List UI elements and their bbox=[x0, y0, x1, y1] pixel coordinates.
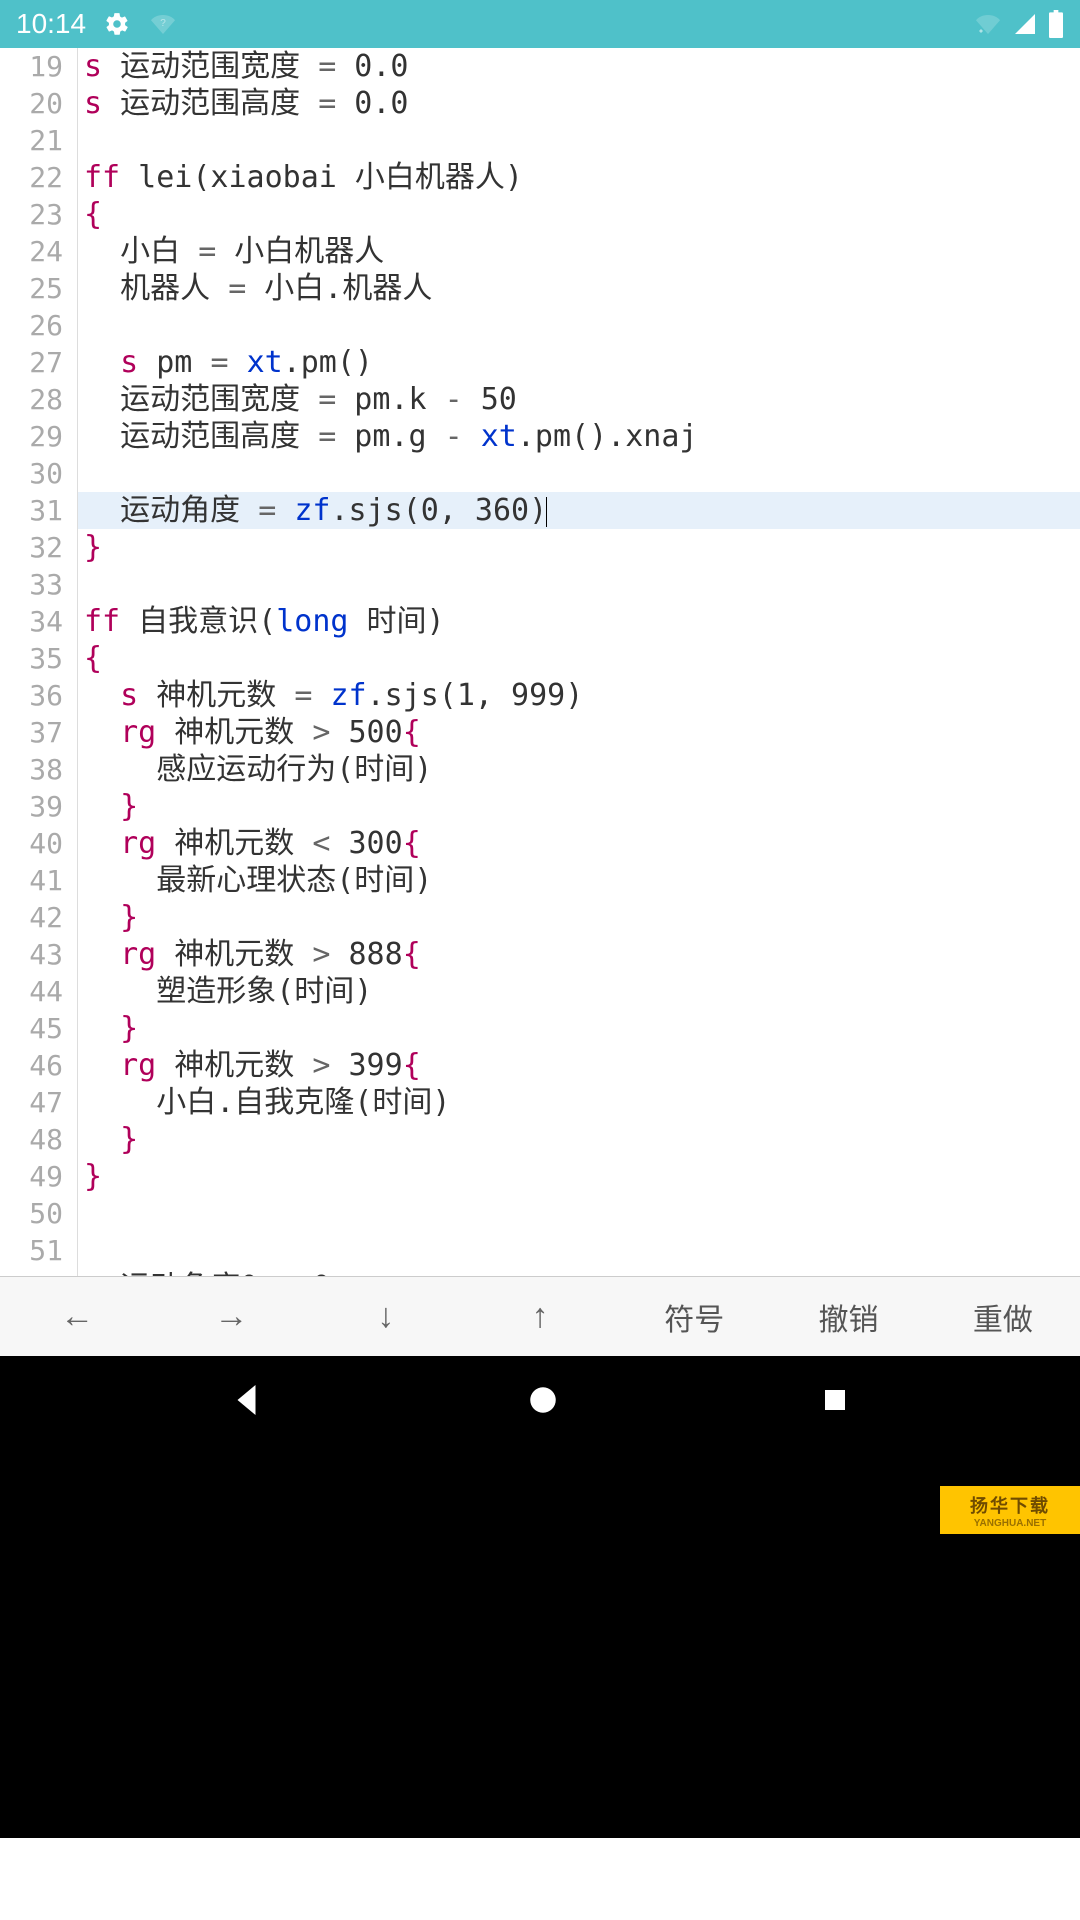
code-line[interactable]: } bbox=[78, 788, 1080, 825]
code-line[interactable]: rg 神机元数 < 300{ bbox=[78, 825, 1080, 862]
line-number: 44 bbox=[0, 973, 63, 1010]
watermark-line1: 扬华下载 bbox=[970, 1492, 1050, 1518]
symbol-button[interactable]: 符号 bbox=[617, 1277, 771, 1356]
wifi-weak-icon: ? bbox=[148, 12, 178, 36]
arrow-right-button[interactable]: → bbox=[154, 1277, 308, 1356]
line-number: 51 bbox=[0, 1232, 63, 1269]
code-line[interactable] bbox=[78, 1195, 1080, 1232]
code-line[interactable]: 运动角度 = zf.sjs(0, 360) bbox=[78, 492, 1080, 529]
line-number: 35 bbox=[0, 640, 63, 677]
arrow-up-button[interactable]: ↑ bbox=[463, 1277, 617, 1356]
code-line[interactable]: } bbox=[78, 899, 1080, 936]
signal-icon bbox=[1012, 12, 1038, 36]
line-number: 27 bbox=[0, 344, 63, 381]
code-line[interactable] bbox=[78, 122, 1080, 159]
undo-button[interactable]: 撤销 bbox=[771, 1277, 925, 1356]
wifi-off-icon bbox=[974, 12, 1002, 36]
line-number: 34 bbox=[0, 603, 63, 640]
svg-text:?: ? bbox=[160, 18, 166, 29]
code-line[interactable]: 感应运动行为(时间) bbox=[78, 751, 1080, 788]
code-line[interactable]: 塑造形象(时间) bbox=[78, 973, 1080, 1010]
arrow-down-button[interactable]: ↓ bbox=[309, 1277, 463, 1356]
code-line[interactable]: rg 神机元数 > 399{ bbox=[78, 1047, 1080, 1084]
code-line[interactable]: s pm = xt.pm() bbox=[78, 344, 1080, 381]
line-number: 45 bbox=[0, 1010, 63, 1047]
code-editor[interactable]: 1920212223242526272829303132333435363738… bbox=[0, 48, 1080, 1276]
battery-icon bbox=[1048, 10, 1064, 38]
line-number: 33 bbox=[0, 566, 63, 603]
line-number: 38 bbox=[0, 751, 63, 788]
line-number: 41 bbox=[0, 862, 63, 899]
code-line[interactable]: s 运动范围高度 = 0.0 bbox=[78, 85, 1080, 122]
code-line[interactable]: { bbox=[78, 640, 1080, 677]
line-number: 31 bbox=[0, 492, 63, 529]
code-line[interactable]: } bbox=[78, 1121, 1080, 1158]
android-nav-bar bbox=[0, 1362, 1080, 1442]
line-number: 42 bbox=[0, 899, 63, 936]
code-line[interactable]: ff 自我意识(long 时间) bbox=[78, 603, 1080, 640]
code-line[interactable]: 机器人 = 小白.机器人 bbox=[78, 270, 1080, 307]
code-line[interactable] bbox=[78, 455, 1080, 492]
code-line[interactable]: s 神机元数 = zf.sjs(1, 999) bbox=[78, 677, 1080, 714]
watermark-badge: 扬华下载 YANGHUA.NET bbox=[940, 1486, 1080, 1534]
watermark-line2: YANGHUA.NET bbox=[974, 1518, 1046, 1529]
bottom-black-area bbox=[0, 1356, 1080, 1838]
code-line[interactable]: ff lei(xiaobai 小白机器人) bbox=[78, 159, 1080, 196]
line-number: 23 bbox=[0, 196, 63, 233]
code-line[interactable]: { bbox=[78, 196, 1080, 233]
line-number: 30 bbox=[0, 455, 63, 492]
redo-button[interactable]: 重做 bbox=[926, 1277, 1080, 1356]
line-number: 47 bbox=[0, 1084, 63, 1121]
code-line[interactable]: } bbox=[78, 1010, 1080, 1047]
line-number: 39 bbox=[0, 788, 63, 825]
code-content[interactable]: s 运动范围宽度 = 0.0s 运动范围高度 = 0.0 ff lei(xiaob… bbox=[78, 48, 1080, 1276]
status-time: 10:14 bbox=[16, 8, 86, 40]
line-number: 20 bbox=[0, 85, 63, 122]
line-number: 49 bbox=[0, 1158, 63, 1195]
line-number: 28 bbox=[0, 381, 63, 418]
line-number: 52 bbox=[0, 1269, 63, 1276]
code-line[interactable] bbox=[78, 307, 1080, 344]
code-line[interactable] bbox=[78, 1232, 1080, 1269]
nav-recent-button[interactable] bbox=[820, 1385, 850, 1420]
line-number: 19 bbox=[0, 48, 63, 85]
code-line[interactable]: 小白 = 小白机器人 bbox=[78, 233, 1080, 270]
line-number: 21 bbox=[0, 122, 63, 159]
nav-home-button[interactable] bbox=[526, 1383, 560, 1422]
line-number: 50 bbox=[0, 1195, 63, 1232]
line-number: 36 bbox=[0, 677, 63, 714]
arrow-left-button[interactable]: ← bbox=[0, 1277, 154, 1356]
code-line[interactable]: } bbox=[78, 529, 1080, 566]
code-line[interactable]: 小白.自我克隆(时间) bbox=[78, 1084, 1080, 1121]
line-number: 48 bbox=[0, 1121, 63, 1158]
text-cursor bbox=[546, 497, 547, 527]
settings-icon bbox=[104, 11, 130, 37]
line-number: 29 bbox=[0, 418, 63, 455]
nav-back-button[interactable] bbox=[230, 1382, 266, 1423]
line-number: 32 bbox=[0, 529, 63, 566]
code-line[interactable]: } bbox=[78, 1158, 1080, 1195]
code-line[interactable]: 运动范围宽度 = pm.k - 50 bbox=[78, 381, 1080, 418]
code-line[interactable]: s 运动范围宽度 = 0.0 bbox=[78, 48, 1080, 85]
code-line[interactable] bbox=[78, 566, 1080, 603]
code-line[interactable]: 最新心理状态(时间) bbox=[78, 862, 1080, 899]
line-number-gutter: 1920212223242526272829303132333435363738… bbox=[0, 48, 78, 1276]
line-number: 24 bbox=[0, 233, 63, 270]
code-line[interactable]: s 运动角度0 = 0 bbox=[78, 1269, 1080, 1276]
status-bar: 10:14 ? bbox=[0, 0, 1080, 48]
code-line[interactable]: rg 神机元数 > 500{ bbox=[78, 714, 1080, 751]
line-number: 37 bbox=[0, 714, 63, 751]
code-line[interactable]: 运动范围高度 = pm.g - xt.pm().xnaj bbox=[78, 418, 1080, 455]
line-number: 25 bbox=[0, 270, 63, 307]
line-number: 40 bbox=[0, 825, 63, 862]
line-number: 26 bbox=[0, 307, 63, 344]
line-number: 46 bbox=[0, 1047, 63, 1084]
line-number: 22 bbox=[0, 159, 63, 196]
line-number: 43 bbox=[0, 936, 63, 973]
editor-toolbar: ← → ↓ ↑ 符号 撤销 重做 bbox=[0, 1276, 1080, 1356]
code-line[interactable]: rg 神机元数 > 888{ bbox=[78, 936, 1080, 973]
